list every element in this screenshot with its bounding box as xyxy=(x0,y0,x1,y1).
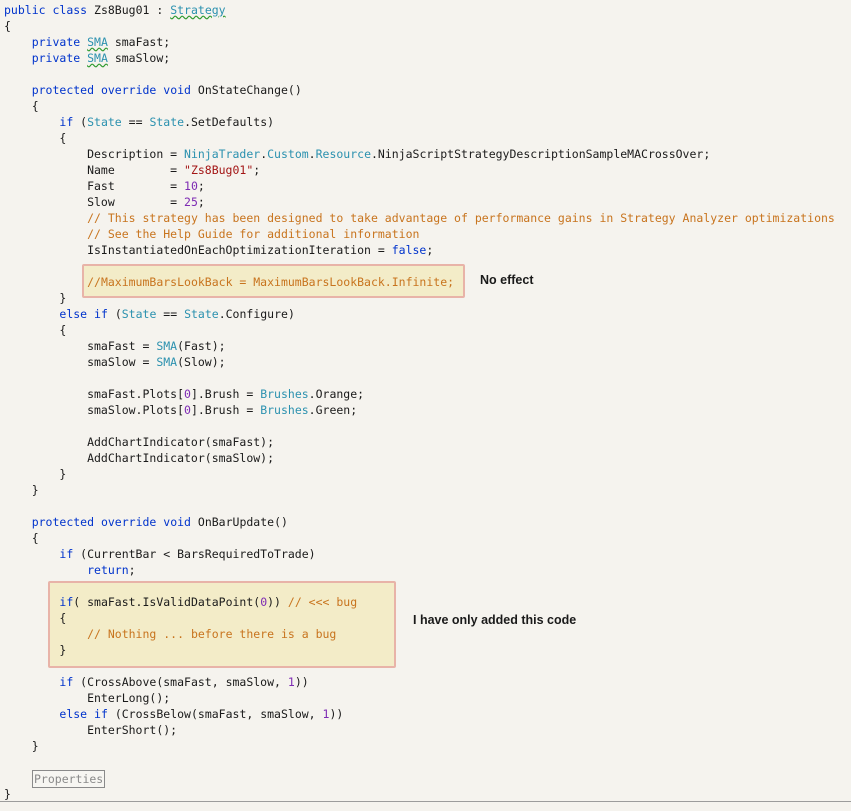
code-line-text: return; xyxy=(87,563,136,577)
properties-region-collapsed[interactable]: Properties xyxy=(32,770,106,788)
code-line-text: { xyxy=(4,531,39,545)
code-line-text: EnterShort(); xyxy=(4,723,178,737)
code-line-text: private SMA smaSlow; xyxy=(31,51,171,65)
code-line-text: // Nothing ... before there is a bug xyxy=(87,627,337,641)
code-line-text: // This strategy has been designed to ta… xyxy=(87,211,835,225)
code-line-text: public class Zs8Bug01 : Strategy xyxy=(4,3,226,17)
code-line-text: } xyxy=(4,467,67,481)
code-line-text: { xyxy=(4,323,67,337)
code-line-text: smaSlow = SMA(Slow); xyxy=(4,355,226,369)
code-line-text: } xyxy=(4,787,11,801)
code-line-text: { xyxy=(4,19,11,33)
annotation-added-code: I have only added this code xyxy=(413,613,577,627)
code-line-text: protected override void OnBarUpdate() xyxy=(31,515,288,529)
code-line-text: AddChartIndicator(smaFast); xyxy=(4,435,275,449)
code-line-text: { xyxy=(4,99,39,113)
code-line-text: smaFast = SMA(Fast); xyxy=(4,339,226,353)
code-line-text: Slow = 25; xyxy=(4,195,205,209)
code-line-text: //MaximumBarsLookBack = MaximumBarsLookB… xyxy=(87,275,455,289)
code-line-text: AddChartIndicator(smaSlow); xyxy=(4,451,275,465)
code-line-text: if (CurrentBar < BarsRequiredToTrade) xyxy=(59,547,316,561)
code-editor[interactable]: public class Zs8Bug01 : Strategy { privat… xyxy=(0,0,851,811)
code-line-text: smaSlow.Plots[0].Brush = Brushes.Green; xyxy=(4,403,358,417)
code-line-text: } xyxy=(4,291,67,305)
code-line-text: } xyxy=(4,483,39,497)
code-line-text: else if (State == State.Configure) xyxy=(59,307,295,321)
code-line-text: if (CrossAbove(smaFast, smaSlow, 1)) xyxy=(59,675,309,689)
code-line-text: } xyxy=(4,643,67,657)
code-line-text: // See the Help Guide for additional inf… xyxy=(87,227,420,241)
code-line-text: EnterLong(); xyxy=(4,691,171,705)
annotation-no-effect: No effect xyxy=(480,273,534,287)
code-line-text: if (State == State.SetDefaults) xyxy=(59,115,275,129)
editor-bottom-rule xyxy=(0,801,851,802)
code-line-text: { xyxy=(4,611,67,625)
code-line-text: } xyxy=(4,739,39,753)
code-line-text: { xyxy=(4,131,67,145)
code-line-text: Fast = 10; xyxy=(4,179,205,193)
code-line-text: if( smaFast.IsValidDataPoint(0)) // <<< … xyxy=(59,595,358,609)
code-line-text: else if (CrossBelow(smaFast, smaSlow, 1)… xyxy=(59,707,344,721)
code-line-text: smaFast.Plots[0].Brush = Brushes.Orange; xyxy=(4,387,365,401)
code-line-text: protected override void OnStateChange() xyxy=(31,83,302,97)
code-line-text: Description = NinjaTrader.Custom.Resourc… xyxy=(4,147,711,161)
code-line-text: private SMA smaFast; xyxy=(31,35,171,49)
code-line-text: IsInstantiatedOnEachOptimizationIteratio… xyxy=(4,243,434,257)
code-line-text: Name = "Zs8Bug01"; xyxy=(4,163,261,177)
